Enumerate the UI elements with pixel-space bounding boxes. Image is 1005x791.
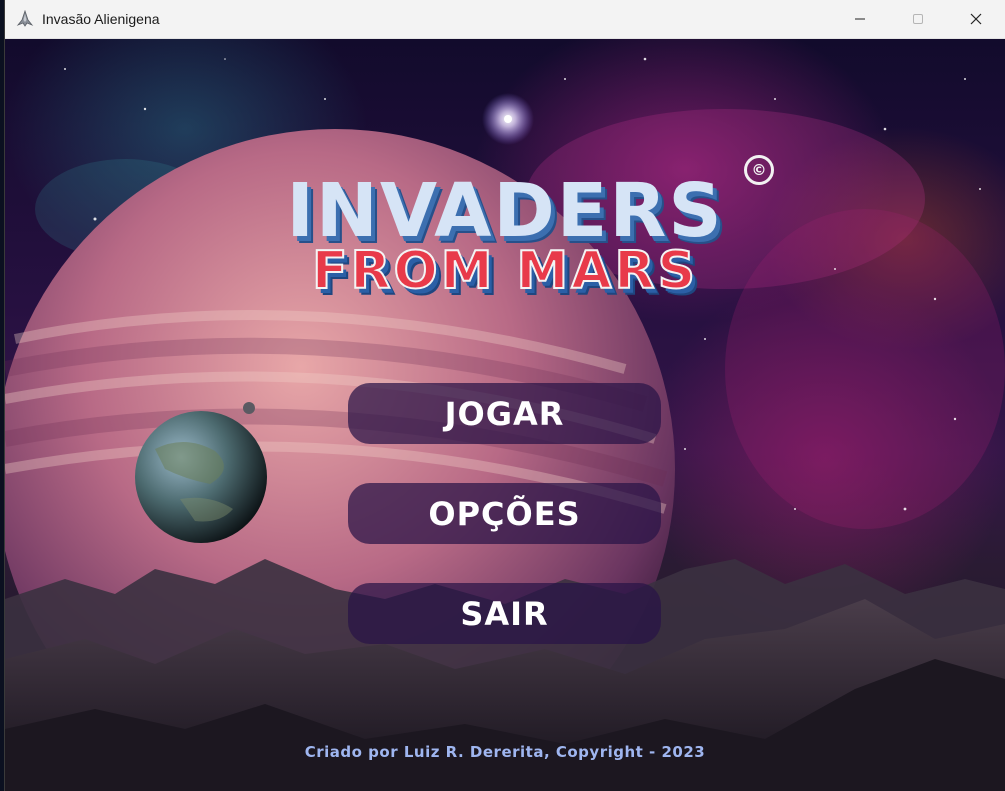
maximize-button[interactable] <box>889 0 947 38</box>
title-bar[interactable]: Invasão Alienigena <box>5 0 1005 39</box>
play-button[interactable]: JOGAR <box>348 383 661 444</box>
game-logo: INVADERS FROM MARS © <box>250 155 774 302</box>
spaceship-icon <box>16 10 34 27</box>
options-button[interactable]: OPÇÕES <box>348 483 661 544</box>
close-button[interactable] <box>947 0 1005 38</box>
copyright-mark: © <box>744 155 774 185</box>
game-screen: INVADERS FROM MARS © JOGAR OPÇÕES SAIR C… <box>5 39 1005 791</box>
window-controls <box>831 0 1005 38</box>
close-icon <box>970 13 982 25</box>
window-title: Invasão Alienigena <box>42 11 160 27</box>
minimize-icon <box>855 18 865 20</box>
game-window: Invasão Alienigena INVADERS FROM MARS © … <box>5 0 1005 791</box>
logo-title-line2: FROM MARS <box>311 240 699 302</box>
exit-button[interactable]: SAIR <box>348 583 661 644</box>
credits-text: Criado por Luiz R. Dererita, Copyright -… <box>304 743 706 761</box>
maximize-icon <box>913 14 923 24</box>
minimize-button[interactable] <box>831 0 889 38</box>
